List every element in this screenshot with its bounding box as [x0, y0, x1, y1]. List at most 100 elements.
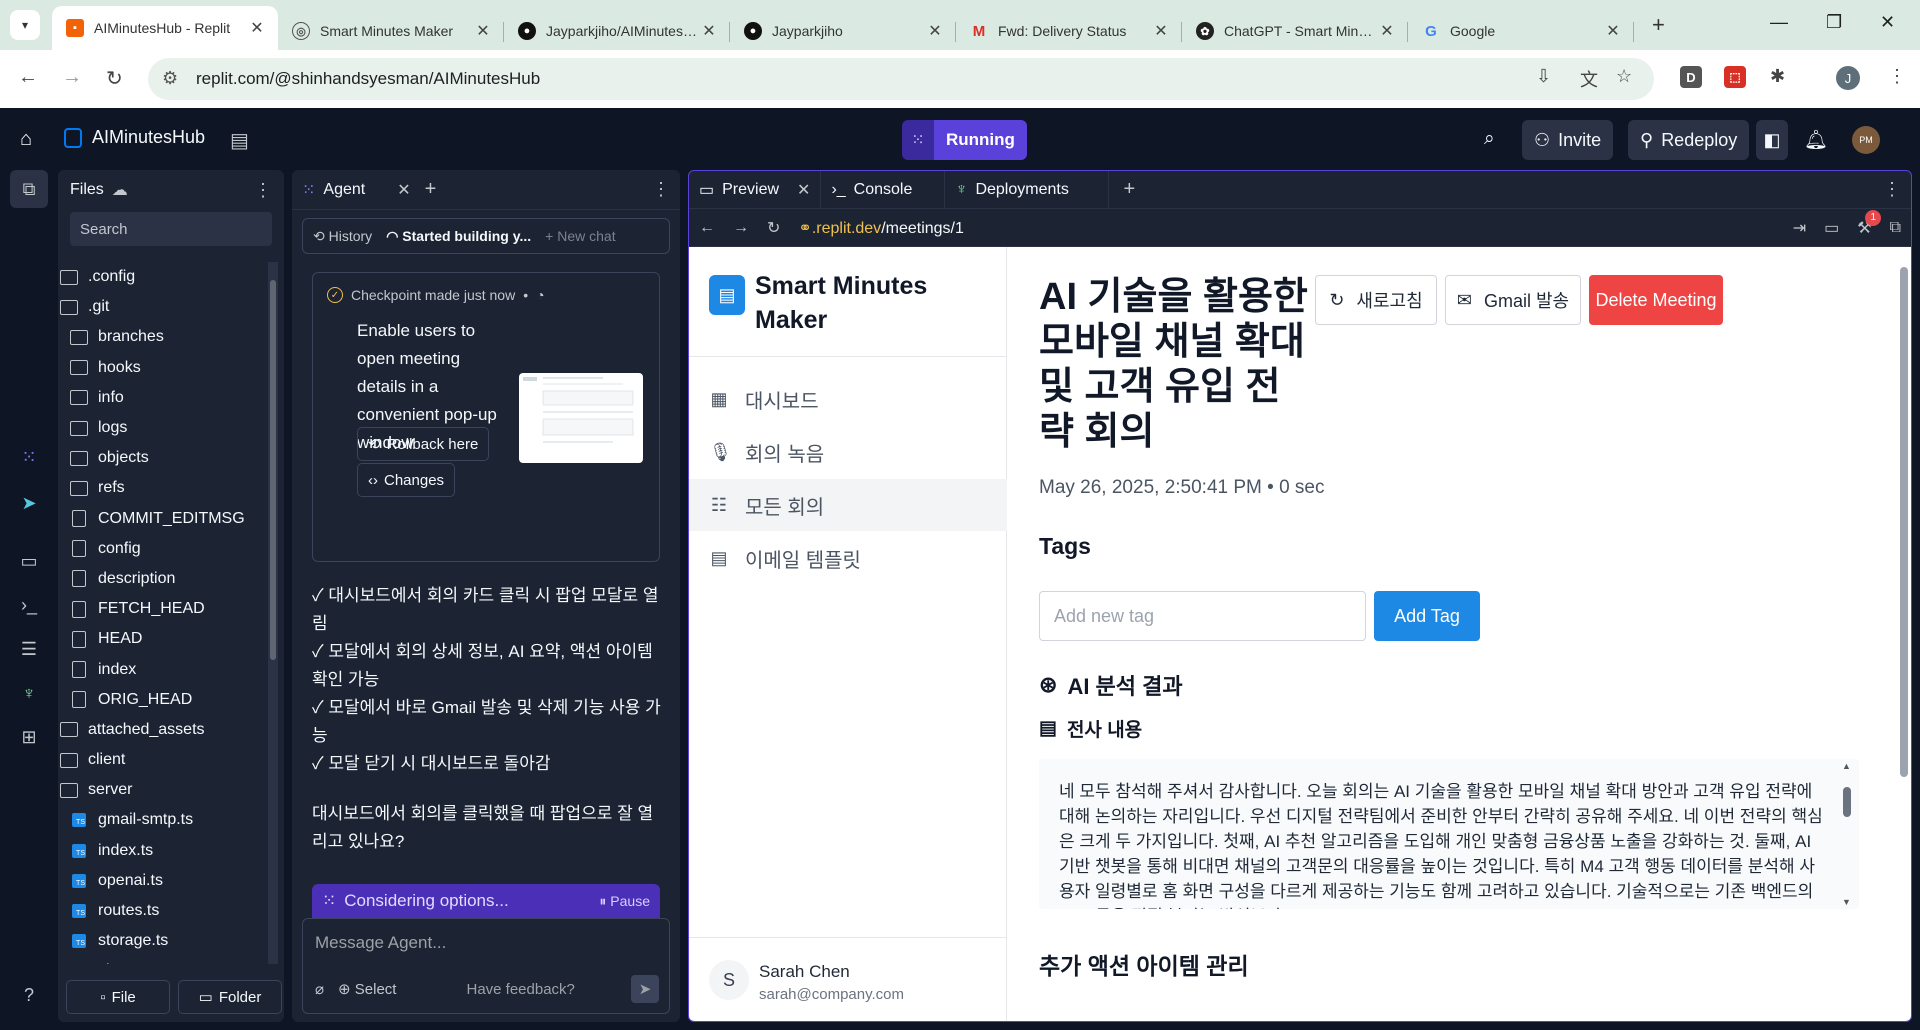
browser-tab-smart-minutes[interactable]: ◎ Smart Minutes Maker ✕ — [278, 12, 504, 50]
folder-item[interactable]: client — [58, 745, 266, 775]
invite-button[interactable]: ⚇ Invite — [1522, 120, 1614, 160]
preview-menu-icon[interactable]: ⋮ — [1883, 179, 1901, 200]
extensions-puzzle-icon[interactable]: ✱ — [1770, 66, 1785, 87]
delete-meeting-button[interactable]: Delete Meeting — [1589, 275, 1723, 325]
tab-preview[interactable]: ▭ Preview ✕ — [689, 171, 822, 209]
file-item[interactable]: FETCH_HEAD — [58, 594, 266, 624]
agent-tab[interactable]: ⁙ Agent ✕ — [302, 180, 411, 200]
agent-menu-icon[interactable]: ⋮ — [652, 179, 670, 200]
nav-record[interactable]: 🎙︎ 회의 녹음 — [689, 426, 1007, 478]
tab-console[interactable]: ›_ Console — [821, 171, 946, 209]
folder-item[interactable]: branches — [58, 322, 266, 352]
send-icon[interactable]: ➤ — [631, 975, 659, 1003]
file-item[interactable]: TS openai.ts — [58, 866, 266, 896]
folder-item[interactable]: refs — [58, 473, 266, 503]
redeploy-button[interactable]: ⚲ Redeploy — [1628, 120, 1750, 160]
extension-d-icon[interactable]: D — [1680, 66, 1702, 88]
close-tab-icon[interactable]: ✕ — [474, 21, 492, 41]
folder-item[interactable]: logs — [58, 413, 266, 443]
user-avatar[interactable]: PM — [1852, 126, 1880, 154]
install-app-icon[interactable]: ⇩ — [1536, 66, 1551, 87]
bell-icon[interactable]: 🔔︎ — [1804, 128, 1828, 152]
reload-icon[interactable]: ↻ — [767, 218, 780, 238]
scroll-up-icon[interactable]: ▲ — [1842, 761, 1851, 771]
close-tab-icon[interactable]: ✕ — [1152, 21, 1170, 41]
tag-input[interactable]: Add new tag — [1039, 591, 1366, 641]
new-file-button[interactable]: ▫ File — [66, 980, 170, 1014]
file-item[interactable]: COMMIT_EDITMSG — [58, 504, 266, 534]
history-button[interactable]: ⟲ History — [313, 228, 372, 245]
back-icon[interactable]: ← — [18, 66, 38, 89]
address-bar[interactable]: ⚙ replit.com/@shinhandsyesman/AIMinutesH… — [148, 58, 1654, 100]
forward-icon[interactable]: → — [62, 66, 82, 89]
files-menu-icon[interactable]: ⋮ — [254, 180, 272, 201]
new-folder-button[interactable]: ▭ Folder — [178, 980, 282, 1014]
tab-deployments[interactable]: ♆ Deployments — [945, 171, 1110, 209]
browser-tab-replit[interactable]: ▪ AIMinutesHub - Replit ✕ — [52, 6, 278, 50]
feedback-link[interactable]: Have feedback? — [466, 981, 574, 998]
files-search-input[interactable]: Search — [70, 212, 272, 246]
folder-item[interactable]: attached_assets — [58, 715, 266, 745]
bookmark-star-icon[interactable]: ☆ — [1616, 66, 1632, 87]
agent-grid-icon[interactable]: ⁙ — [14, 442, 44, 472]
file-item[interactable]: ORIG_HEAD — [58, 685, 266, 715]
file-item[interactable]: TS gmail-smtp.ts — [58, 805, 266, 835]
site-info-icon[interactable]: ⚙ — [162, 68, 178, 89]
refresh-button[interactable]: ↻ 새로고침 — [1315, 275, 1437, 325]
close-tab-icon[interactable]: ✕ — [926, 21, 944, 41]
nav-email-templates[interactable]: ▤ 이메일 템플릿 — [689, 532, 1007, 584]
add-tab-icon[interactable]: + — [425, 178, 437, 201]
add-tag-button[interactable]: Add Tag — [1374, 591, 1480, 641]
file-item[interactable]: TS routes.ts — [58, 896, 266, 926]
all-tools-icon[interactable]: ⊞ — [14, 722, 44, 752]
browser-tab-chatgpt[interactable]: ✿ ChatGPT - Smart Minutes ✕ — [1182, 12, 1408, 50]
folder-item[interactable]: server — [58, 775, 266, 805]
user-card[interactable]: S Sarah Chen sarah@company.com — [689, 937, 1007, 1021]
database-icon[interactable]: ☰ — [14, 634, 44, 664]
preview-url[interactable]: ⚭.replit.dev/meetings/1 — [798, 218, 964, 238]
rollback-button[interactable]: ⟲ Rollback here — [357, 427, 490, 461]
preview-monitor-icon[interactable]: ▭ — [14, 546, 44, 576]
nav-dashboard[interactable]: ▦ 대시보드 — [689, 373, 1007, 425]
tab-search-button[interactable]: ▾ — [10, 10, 40, 40]
files-toggle-icon[interactable]: ⧉ — [10, 170, 48, 208]
scroll-down-icon[interactable]: ▼ — [1842, 897, 1851, 907]
console-icon[interactable]: ›_ — [14, 590, 44, 620]
file-item[interactable]: TSvite.ts — [58, 956, 266, 964]
reload-icon[interactable]: ↻ — [106, 66, 123, 91]
browser-tab-github-user[interactable]: ● Jayparkjiho ✕ — [730, 12, 956, 50]
search-icon[interactable]: ⌕ — [1484, 128, 1495, 150]
devices-icon[interactable]: ▭ — [1824, 218, 1839, 238]
assistant-icon[interactable]: ➤ — [14, 488, 44, 518]
pdf-extension-icon[interactable]: ⬚ — [1724, 66, 1746, 88]
profile-avatar[interactable]: J — [1836, 66, 1860, 90]
attach-icon[interactable]: ⌀ — [315, 980, 324, 998]
back-icon[interactable]: ← — [699, 219, 715, 237]
folder-item[interactable]: info — [58, 383, 266, 413]
new-tab-button[interactable]: + — [1652, 12, 1665, 38]
browser-tab-gmail[interactable]: M Fwd: Delivery Status ✕ — [956, 12, 1182, 50]
select-button[interactable]: ⊕ Select — [338, 980, 396, 998]
run-button[interactable]: ⁙ Running — [902, 120, 1027, 160]
forward-icon[interactable]: → — [733, 219, 749, 237]
app-scrollbar[interactable] — [1897, 261, 1911, 1021]
minimize-icon[interactable]: — — [1770, 12, 1788, 33]
transcript-scrollbar[interactable]: ▲ ▼ — [1841, 761, 1853, 907]
file-item[interactable]: TS storage.ts — [58, 926, 266, 956]
folder-item[interactable]: objects — [58, 443, 266, 473]
open-new-tab-icon[interactable]: ⧉ — [1890, 219, 1901, 237]
close-tab-icon[interactable]: ✕ — [248, 18, 266, 38]
close-tab-icon[interactable]: ✕ — [1604, 21, 1622, 41]
pause-button[interactable]: ⏸ Pause — [599, 893, 650, 910]
agent-message-input[interactable]: Message Agent... ⌀ ⊕ Select Have feedbac… — [302, 918, 670, 1014]
files-scrollbar[interactable] — [268, 262, 278, 964]
close-tab-icon[interactable]: ✕ — [700, 21, 718, 41]
go-icon[interactable]: ⇥ — [1793, 218, 1806, 238]
transcript-box[interactable]: 네 모두 참석해 주셔서 감사합니다. 오늘 회의는 AI 기술을 활용한 모바… — [1039, 759, 1859, 909]
file-item[interactable]: TS index.ts — [58, 836, 266, 866]
app-brand[interactable]: ▤ Smart Minutes Maker — [709, 269, 955, 337]
file-item[interactable]: description — [58, 564, 266, 594]
browser-tab-google[interactable]: G Google ✕ — [1408, 12, 1634, 50]
browser-tab-github-repo[interactable]: ● Jayparkjiho/AIMinutesHub ✕ — [504, 12, 730, 50]
checkpoint-thumbnail[interactable] — [519, 373, 643, 463]
